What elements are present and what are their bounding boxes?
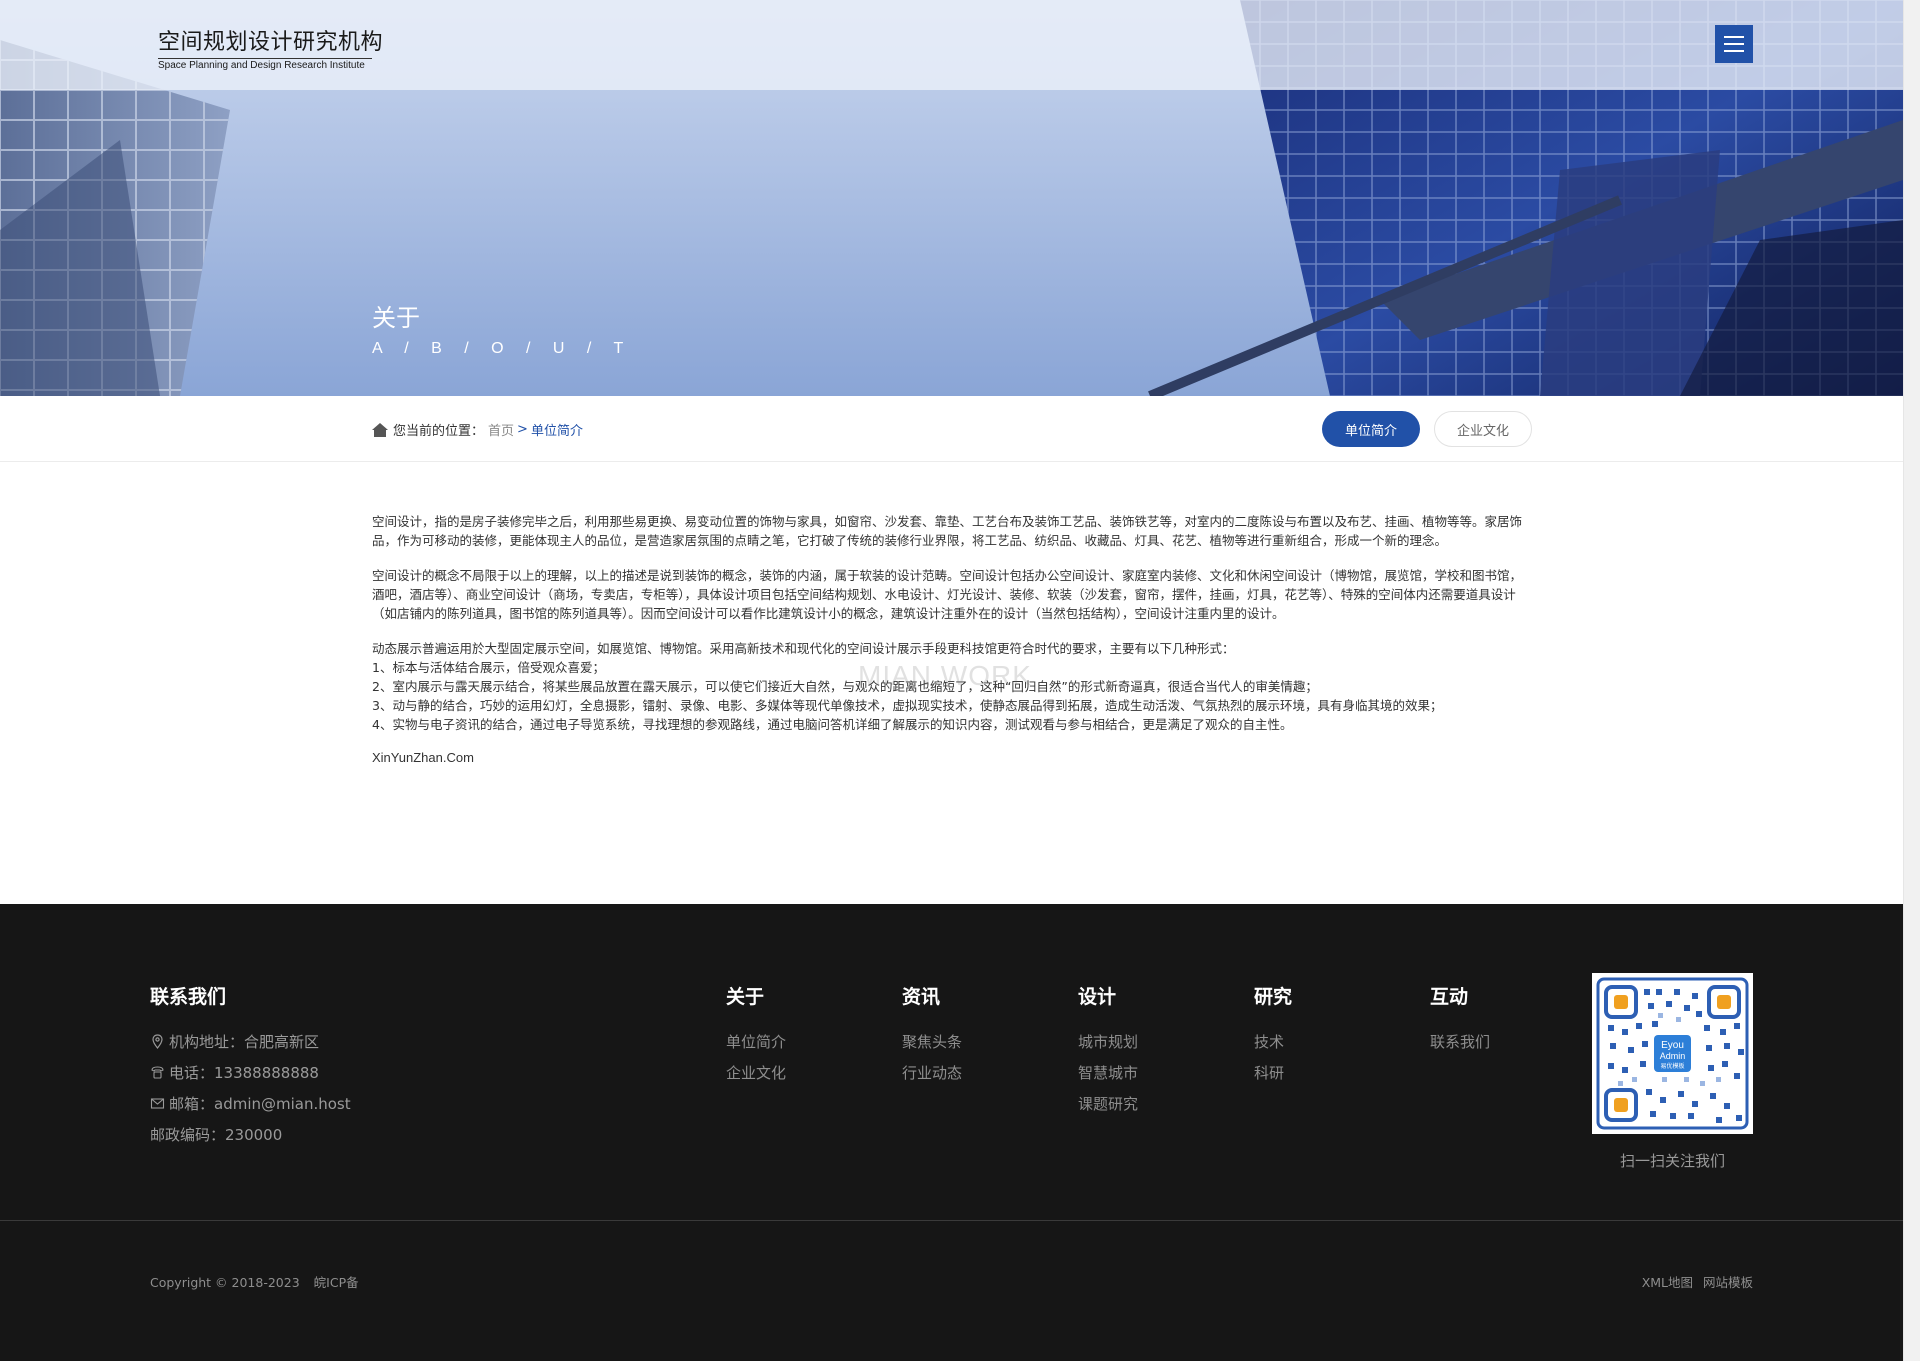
article-content: 空间设计，指的是房子装修完毕之后，利用那些易更换、易变动位置的饰物与家具，如窗帘…	[372, 512, 1532, 783]
address-text: 机构地址：合肥高新区	[169, 1033, 320, 1051]
logo-subtitle: Space Planning and Design Research Insti…	[158, 58, 372, 71]
footer-link[interactable]: 联系我们	[1430, 1031, 1490, 1052]
home-icon	[372, 422, 388, 437]
footer-link[interactable]: 企业文化	[726, 1062, 786, 1083]
footer-col-news-title: 资讯	[902, 986, 941, 1008]
footer-link[interactable]: 智慧城市	[1078, 1062, 1138, 1083]
article-paragraph: 空间设计，指的是房子装修完毕之后，利用那些易更换、易变动位置的饰物与家具，如窗帘…	[372, 514, 1523, 548]
email-text: 邮箱：admin@mian.host	[169, 1095, 351, 1113]
sitemap-link[interactable]: XML地图	[1642, 1275, 1693, 1290]
site-name: XinYunZhan.Com	[372, 750, 474, 765]
top-nav-bar: 空间规划设计研究机构 Space Planning and Design Res…	[0, 0, 1903, 90]
footer-phone: 电话：13388888888	[150, 1062, 319, 1083]
banner-subtitle: A / B / O / U / T	[372, 340, 633, 357]
breadcrumb-bar: 您当前的位置： 首页 > 单位简介 单位简介 企业文化	[0, 396, 1903, 462]
banner-title: 关于	[372, 304, 420, 332]
breadcrumb: 您当前的位置： 首页 > 单位简介	[372, 420, 583, 439]
list-item: 4、实物与电子资讯的结合，通过电子导览系统，寻找理想的参观路线，通过电脑问答机详…	[372, 717, 1293, 732]
footer-postcode: 邮政编码：230000	[150, 1126, 283, 1144]
logo-title: 空间规划设计研究机构	[158, 30, 384, 55]
hero-banner: 空间规划设计研究机构 Space Planning and Design Res…	[0, 0, 1903, 396]
location-icon	[152, 1034, 163, 1049]
page-scrollbar[interactable]	[1903, 0, 1920, 1361]
footer-address: 机构地址：合肥高新区	[150, 1031, 319, 1052]
footer-link[interactable]: 城市规划	[1078, 1031, 1138, 1052]
breadcrumb-prefix: 您当前的位置：	[393, 424, 485, 439]
footer-divider	[0, 1220, 1903, 1221]
breadcrumb-current-link[interactable]: 单位简介	[531, 420, 583, 439]
watermark: MIAN.WORK	[858, 660, 1032, 691]
list-item: 3、动与静的结合，巧妙的运用幻灯，全息摄影，镭射、录像、电影、多媒体等现代单像技…	[372, 698, 1443, 713]
list-item: 1、标本与活体结合展示，倍受观众喜爱；	[372, 660, 605, 675]
footer-col-design-title: 设计	[1078, 986, 1117, 1008]
footer-email: 邮箱：admin@mian.host	[150, 1093, 351, 1114]
qr-code-image: Eyou Admin 易优模板	[1596, 977, 1749, 1130]
list-item: 2、室内展示与露天展示结合，将某些展品放置在露天展示，可以使它们接近大自然，与观…	[372, 679, 1318, 694]
qr-center-line2: Admin	[1660, 1051, 1686, 1061]
footer-col-about-title: 关于	[726, 986, 765, 1008]
tab-corporate-culture[interactable]: 企业文化	[1434, 411, 1532, 447]
qr-caption: 扫一扫关注我们	[1619, 1152, 1725, 1170]
article-paragraph: 空间设计的概念不局限于以上的理解，以上的描述是说到装饰的概念，装饰的内涵，属于软…	[372, 568, 1523, 621]
breadcrumb-separator: >	[517, 422, 528, 437]
phone-text: 电话：13388888888	[169, 1064, 319, 1082]
phone-icon	[151, 1066, 164, 1079]
footer-link[interactable]: 聚焦头条	[902, 1031, 962, 1052]
footer-link[interactable]: 技术	[1254, 1031, 1284, 1052]
page: 空间规划设计研究机构 Space Planning and Design Res…	[0, 0, 1903, 1361]
footer-link[interactable]: 单位简介	[726, 1031, 786, 1052]
menu-icon[interactable]	[1715, 25, 1753, 63]
qr-center-line3: 易优模板	[1660, 1062, 1684, 1070]
copyright-text: Copyright © 2018-2023	[150, 1275, 300, 1290]
qr-code: Eyou Admin 易优模板	[1592, 973, 1753, 1134]
footer-col-interact-title: 互动	[1430, 986, 1469, 1008]
tab-unit-intro[interactable]: 单位简介	[1322, 411, 1420, 447]
breadcrumb-home-link[interactable]: 首页	[488, 420, 514, 439]
footer-col-research-title: 研究	[1254, 986, 1293, 1008]
bottom-links: XML地图 网站模板	[1636, 1272, 1753, 1291]
footer-contact-title: 联系我们	[150, 986, 227, 1008]
footer-link[interactable]: 科研	[1254, 1062, 1284, 1083]
icp-link[interactable]: 皖ICP备	[314, 1275, 359, 1290]
site-logo[interactable]: 空间规划设计研究机构 Space Planning and Design Res…	[158, 24, 383, 71]
template-link[interactable]: 网站模板	[1703, 1275, 1753, 1290]
footer-link[interactable]: 行业动态	[902, 1062, 962, 1083]
copyright: Copyright © 2018-2023 皖ICP备	[150, 1272, 369, 1291]
qr-center-line1: Eyou	[1661, 1040, 1684, 1051]
mail-icon	[150, 1098, 165, 1109]
footer-link[interactable]: 课题研究	[1078, 1093, 1138, 1114]
list-intro: 动态展示普遍运用於大型固定展示空间，如展览馆、博物馆。采用高新技术和现代化的空间…	[372, 641, 1235, 656]
